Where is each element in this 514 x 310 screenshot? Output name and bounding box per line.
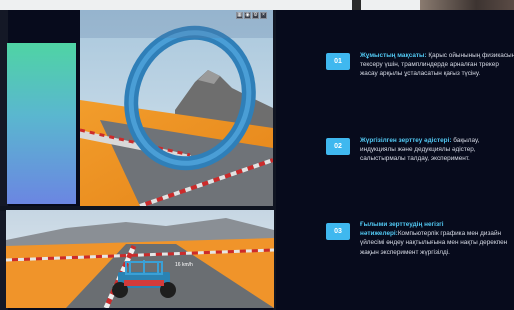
item-3-badge: 03 — [326, 223, 350, 240]
item-3-text: Ғылыми зерттеудің негізгі нәтижелері:Ком… — [360, 220, 514, 257]
car-scene — [6, 210, 274, 308]
game-viewport-car[interactable] — [6, 210, 274, 308]
item-1-text: Жұмыстың мақсаты: Қарыс ойынының физикас… — [360, 51, 514, 79]
item-2-badge: 02 — [326, 138, 350, 155]
gradient-panel — [7, 43, 76, 204]
close-icon[interactable]: × — [260, 12, 267, 19]
grid-icon[interactable]: ▦ — [236, 12, 243, 19]
item-1-badge: 01 — [326, 53, 350, 70]
presenter-thumbnail — [420, 0, 514, 10]
item-2-text: Жүргізілген зерттеу әдістері: бақылау, и… — [360, 136, 514, 164]
top-strip-mark — [352, 0, 361, 10]
top-strip — [0, 0, 514, 10]
game-viewport-loop[interactable] — [80, 10, 273, 206]
speed-readout: 16 km/h — [175, 262, 193, 268]
item-2-heading: Жүргізілген зерттеу әдістері: — [360, 137, 452, 144]
loop-scene — [80, 10, 273, 206]
item-1-heading: Жұмыстың мақсаты: — [360, 52, 427, 59]
viewport-toolbar: ▦ ◉ ⚙ × — [236, 12, 267, 19]
camera-icon[interactable]: ◉ — [244, 12, 251, 19]
settings-icon[interactable]: ⚙ — [252, 12, 259, 19]
